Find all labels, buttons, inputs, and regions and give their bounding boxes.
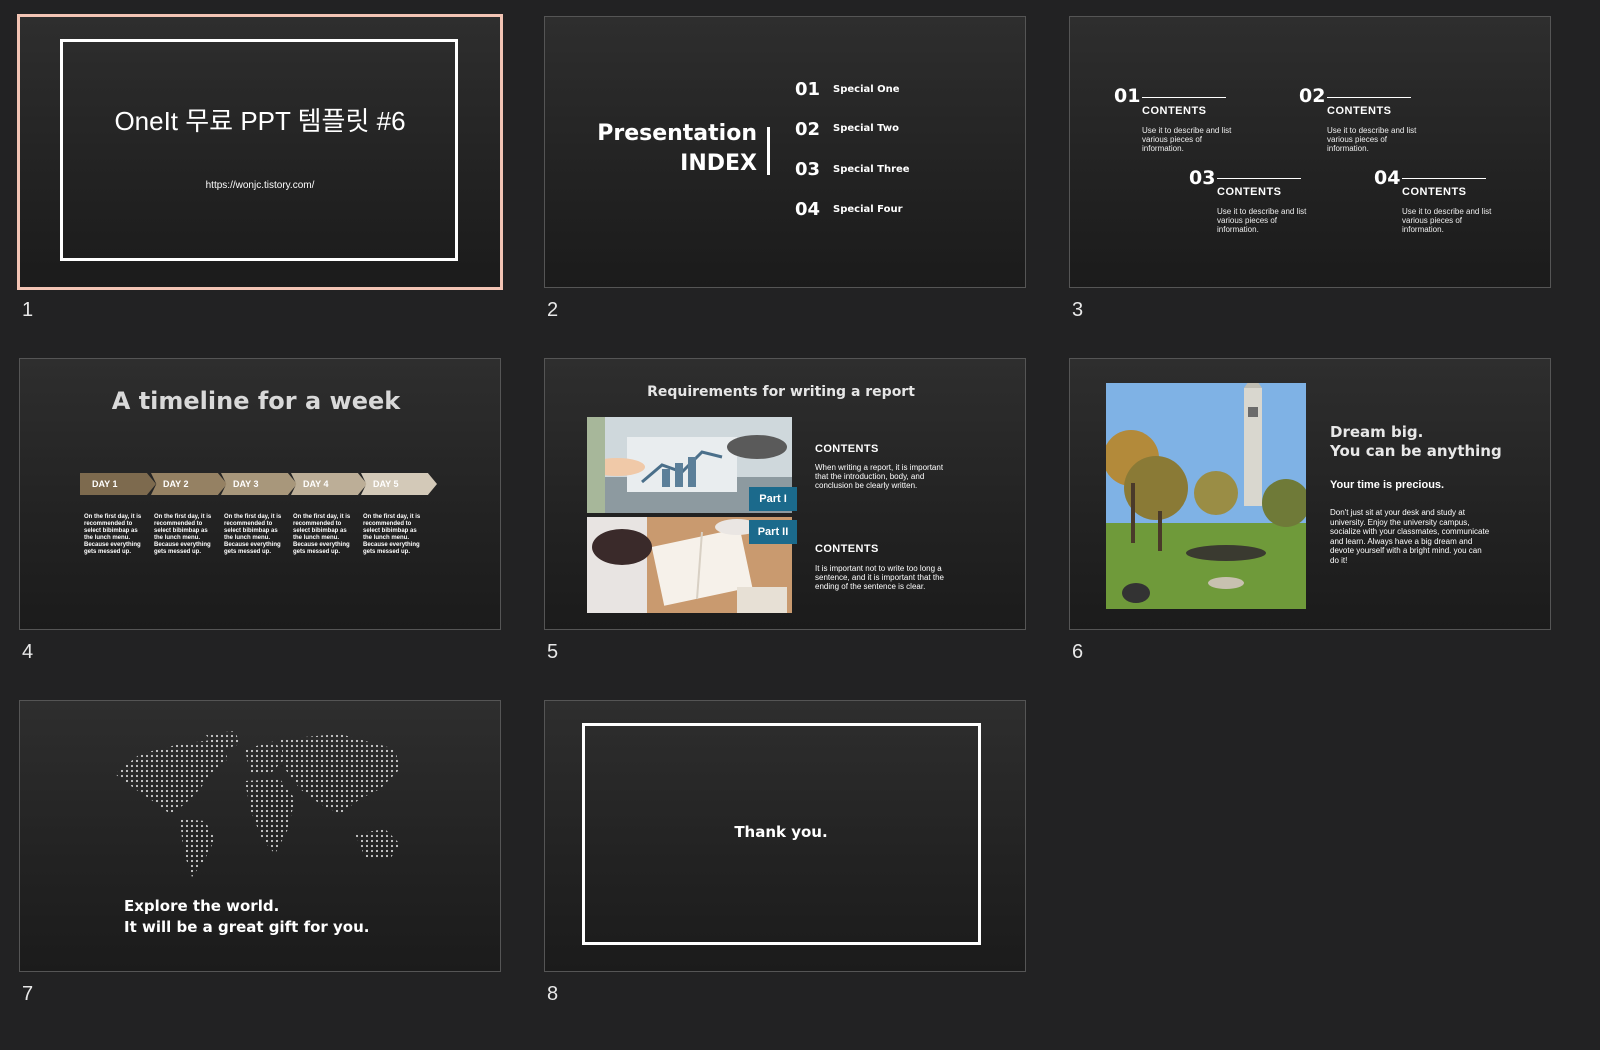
- dream-heading-2: You can be anything: [1330, 442, 1502, 460]
- slide-number: 4: [22, 641, 34, 663]
- explore-line-1: Explore the world.: [124, 897, 280, 915]
- day-5-chevron: DAY 5: [361, 473, 437, 495]
- slide-number: 6: [1072, 641, 1084, 663]
- index-label-4: Special Four: [833, 204, 903, 215]
- index-divider: [767, 127, 770, 175]
- slide-6-canvas[interactable]: Dream big. You can be anything Your time…: [1070, 359, 1550, 629]
- day-4-chevron: DAY 4: [291, 473, 367, 495]
- slide-1-url: https://wonjc.tistory.com/: [205, 180, 315, 191]
- contents-line-4: [1402, 178, 1486, 179]
- slide-4-canvas[interactable]: A timeline for a week DAY 1 DAY 2 DAY 3 …: [20, 359, 500, 629]
- contents-desc-2: Use it to describe and list various piec…: [1327, 126, 1417, 153]
- slide-number: 5: [547, 641, 559, 663]
- contents-number-4: 04: [1374, 167, 1401, 189]
- contents-number-2: 02: [1299, 85, 1326, 107]
- slide-number: 2: [547, 299, 559, 321]
- day-1-chevron: DAY 1: [80, 473, 156, 495]
- contents-line-2: [1327, 97, 1411, 98]
- index-number-4: 04: [795, 199, 821, 220]
- timeline-title: A timeline for a week: [111, 387, 401, 415]
- part-1-tag: Part I: [749, 487, 797, 511]
- contents-desc-3: Use it to describe and list various piec…: [1217, 207, 1307, 234]
- contents-line-1: [1142, 97, 1226, 98]
- contents-title-4: CONTENTS: [1402, 186, 1467, 198]
- day-3-label: DAY 3: [233, 479, 259, 489]
- slide-2-canvas[interactable]: Presentation INDEX 01 Special One 02 Spe…: [545, 17, 1025, 287]
- report-contents-title-2: CONTENTS: [815, 543, 879, 555]
- title-frame: [60, 39, 458, 261]
- report-contents-text-1: When writing a report, it is important t…: [815, 463, 944, 490]
- slide-5-canvas[interactable]: Requirements for writing a report Part I…: [545, 359, 1025, 629]
- slide-7-canvas[interactable]: Explore the world. It will be a great gi…: [20, 701, 500, 971]
- slide-number: 7: [22, 983, 34, 1005]
- day-5-label: DAY 5: [373, 479, 399, 489]
- day-3-text: On the first day, it is recommended to s…: [224, 514, 282, 555]
- dream-subheading: Your time is precious.: [1330, 479, 1445, 491]
- dream-heading-1: Dream big.: [1330, 423, 1424, 441]
- thank-you-text: Thank you.: [734, 823, 828, 841]
- contents-desc-4: Use it to describe and list various piec…: [1402, 207, 1492, 234]
- day-5-text: On the first day, it is recommended to s…: [363, 514, 421, 555]
- world-map-dots: [115, 731, 400, 877]
- slide-number: 8: [547, 983, 559, 1005]
- day-1-label: DAY 1: [92, 479, 118, 489]
- day-1-text: On the first day, it is recommended to s…: [84, 514, 142, 555]
- contents-line-3: [1217, 178, 1301, 179]
- report-contents-title-1: CONTENTS: [815, 443, 879, 455]
- index-label-1: Special One: [833, 84, 900, 95]
- day-3-chevron: DAY 3: [221, 473, 297, 495]
- index-label-3: Special Three: [833, 164, 910, 175]
- contents-title-1: CONTENTS: [1142, 105, 1207, 117]
- day-4-text: On the first day, it is recommended to s…: [293, 514, 351, 555]
- slide-8-canvas[interactable]: Thank you.: [545, 701, 1025, 971]
- day-2-chevron: DAY 2: [151, 473, 227, 495]
- slide-1-canvas[interactable]: OneIt 무료 PPT 템플릿 #6 https://wonjc.tistor…: [20, 17, 500, 287]
- report-title: Requirements for writing a report: [647, 384, 915, 400]
- contents-title-3: CONTENTS: [1217, 186, 1282, 198]
- dream-text: Don't just sit at your desk and study at…: [1330, 508, 1490, 565]
- contents-number-3: 03: [1189, 167, 1216, 189]
- index-number-1: 01: [795, 79, 821, 100]
- report-contents-text-2: It is important not to write too long a …: [815, 564, 944, 591]
- index-heading-line2: INDEX: [680, 151, 757, 176]
- day-2-label: DAY 2: [163, 479, 189, 489]
- day-2-text: On the first day, it is recommended to s…: [154, 514, 212, 555]
- index-number-3: 03: [795, 159, 821, 180]
- explore-line-2: It will be a great gift for you.: [124, 918, 370, 936]
- campus-photo: [1106, 383, 1306, 609]
- slide-1-title: OneIt 무료 PPT 템플릿 #6: [114, 106, 406, 136]
- index-number-2: 02: [795, 119, 821, 140]
- contents-title-2: CONTENTS: [1327, 105, 1392, 117]
- index-label-2: Special Two: [833, 123, 899, 134]
- slide-number: 1: [22, 299, 34, 321]
- contents-desc-1: Use it to describe and list various piec…: [1142, 126, 1232, 153]
- contents-number-1: 01: [1114, 85, 1141, 107]
- day-4-label: DAY 4: [303, 479, 329, 489]
- slide-3-canvas[interactable]: 01 CONTENTS Use it to describe and list …: [1070, 17, 1550, 287]
- part-2-tag: Part II: [749, 520, 797, 544]
- slide-number: 3: [1072, 299, 1084, 321]
- index-heading-line1: Presentation: [597, 121, 757, 146]
